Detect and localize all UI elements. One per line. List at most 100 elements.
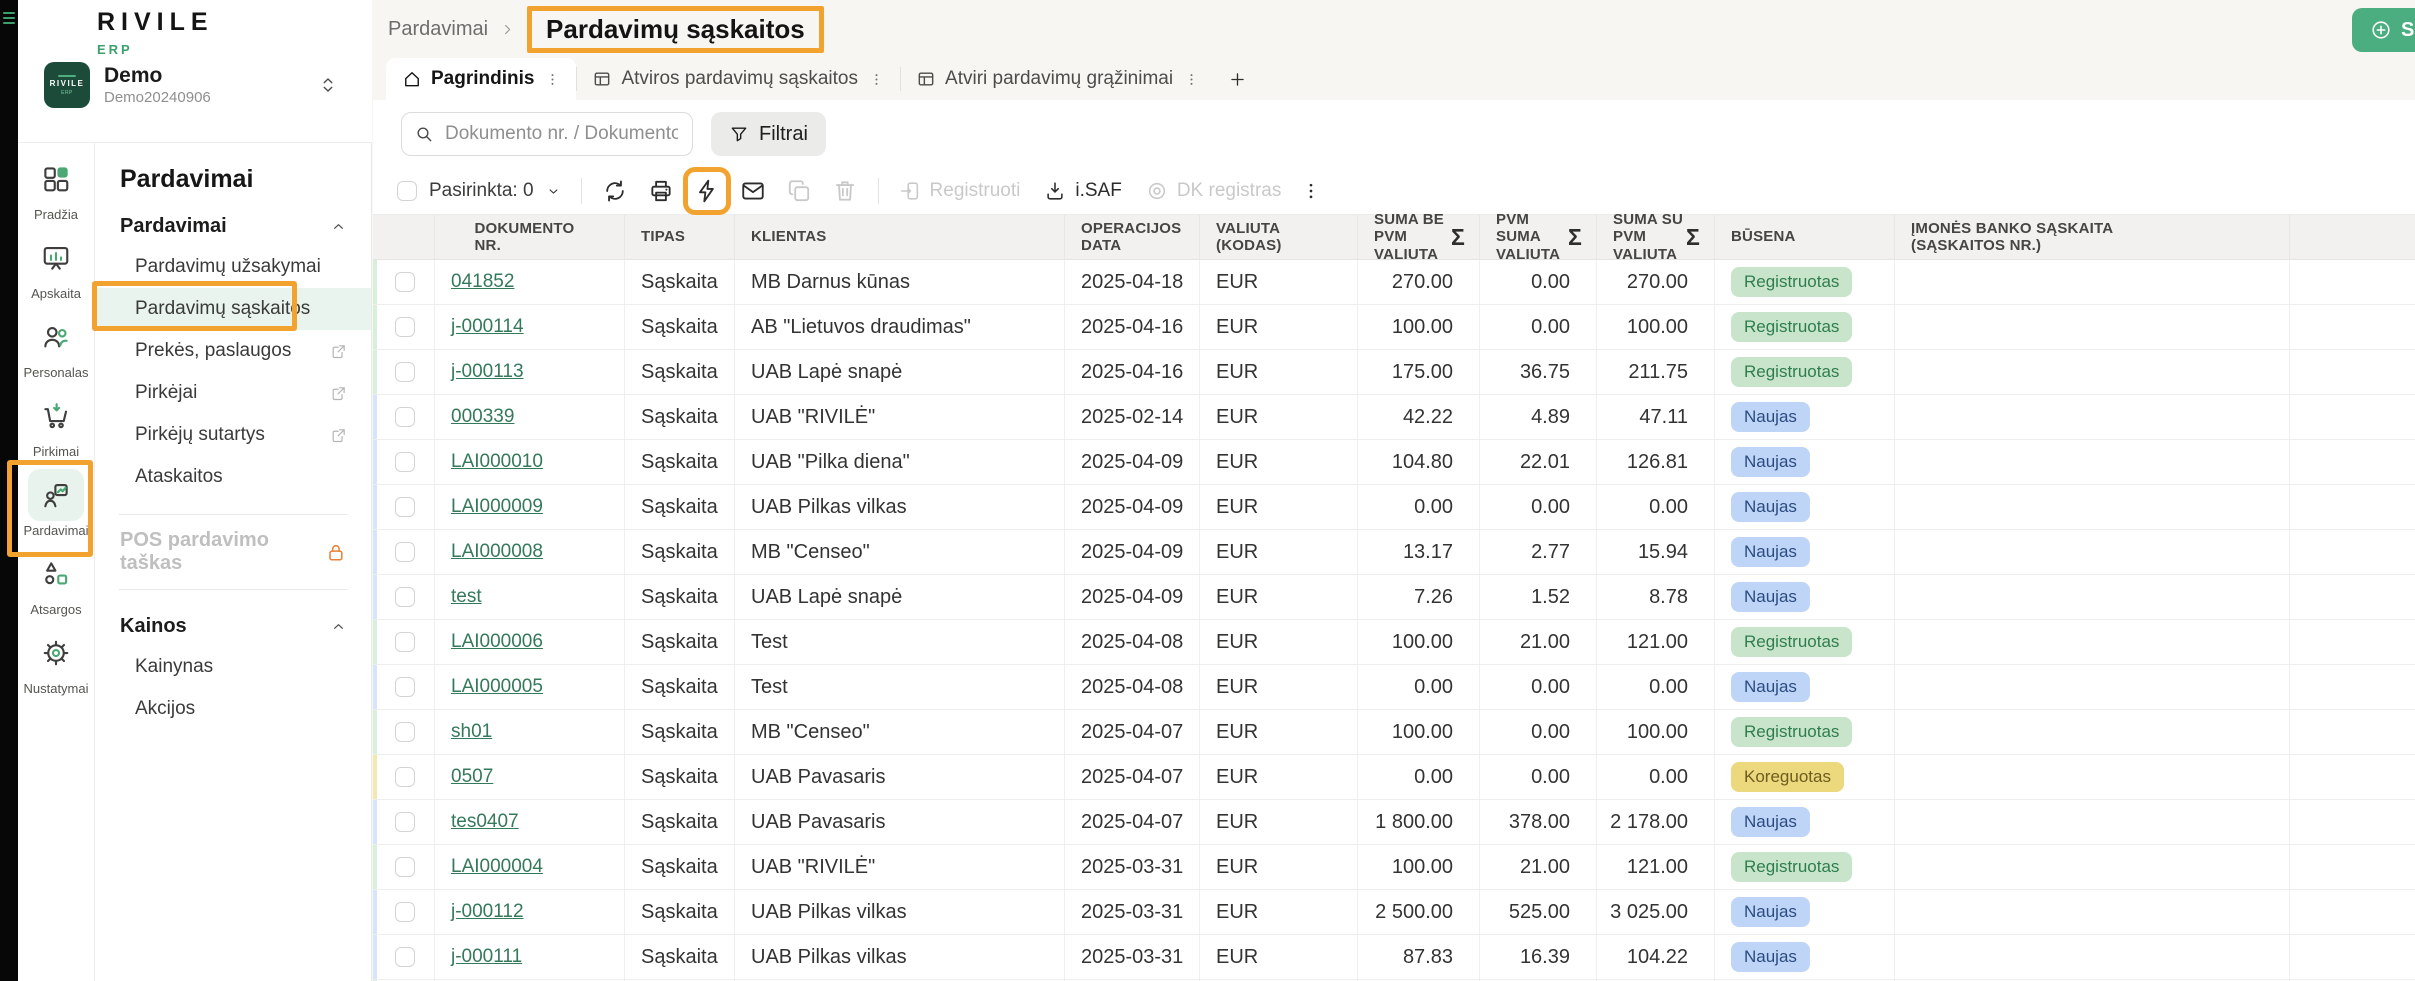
sigma-sum-icon[interactable]: Σ bbox=[1568, 224, 1586, 250]
tab-3[interactable]: Atviri pardavimų grąžinimai bbox=[900, 58, 1215, 100]
row-status-stripe bbox=[373, 665, 377, 709]
download-icon bbox=[1044, 180, 1066, 202]
document-link[interactable]: test bbox=[451, 586, 482, 608]
status-badge: Naujas bbox=[1731, 402, 1810, 432]
rail-item-apskaita[interactable]: Apskaita bbox=[18, 232, 94, 311]
rail-item-pardavimai[interactable]: Pardavimai bbox=[18, 469, 94, 548]
breadcrumb-parent[interactable]: Pardavimai bbox=[388, 18, 488, 41]
sum-incl-vat-cell: 0.00 bbox=[1597, 665, 1715, 709]
row-checkbox[interactable] bbox=[395, 452, 415, 472]
row-checkbox[interactable] bbox=[395, 272, 415, 292]
select-all-control[interactable]: Pasirinkta: 0 bbox=[397, 180, 561, 202]
row-checkbox[interactable] bbox=[395, 542, 415, 562]
rail-item-pradžia[interactable]: Pradžia bbox=[18, 153, 94, 232]
tab-2[interactable]: Atviros pardavimų sąskaitos bbox=[576, 58, 900, 100]
dk-icon bbox=[1146, 180, 1168, 202]
row-checkbox[interactable] bbox=[395, 362, 415, 382]
new-tab-button[interactable] bbox=[1215, 58, 1259, 100]
vat-sum-cell: 1.52 bbox=[1480, 575, 1597, 619]
filler-cell bbox=[2290, 530, 2415, 574]
document-link[interactable]: 0507 bbox=[451, 766, 493, 788]
filter-button[interactable]: Filtrai bbox=[711, 112, 826, 156]
sidebar-item-pardavimų-užsakymai[interactable]: Pardavimų užsakymai bbox=[95, 246, 371, 288]
quick-actions-button[interactable] bbox=[694, 178, 720, 204]
document-link[interactable]: j-000112 bbox=[451, 901, 524, 923]
select-all-checkbox[interactable] bbox=[397, 181, 417, 201]
row-checkbox[interactable] bbox=[395, 587, 415, 607]
row-checkbox[interactable] bbox=[395, 722, 415, 742]
row-checkbox[interactable] bbox=[395, 947, 415, 967]
tab-1[interactable]: Pagrindinis bbox=[386, 58, 576, 100]
sum-excl-vat-cell: 7.26 bbox=[1358, 575, 1480, 619]
hamburger-menu-icon[interactable] bbox=[3, 12, 15, 27]
create-button[interactable]: Sukurti bbox=[2352, 8, 2415, 52]
row-checkbox[interactable] bbox=[395, 632, 415, 652]
print-button[interactable] bbox=[648, 178, 674, 204]
row-checkbox[interactable] bbox=[395, 317, 415, 337]
document-link[interactable]: LAI000009 bbox=[451, 496, 543, 518]
updown-chevron-icon[interactable] bbox=[318, 75, 338, 95]
register-icon bbox=[899, 180, 921, 202]
type-cell: Sąskaita bbox=[625, 935, 735, 979]
sidebar-item-pardavimų-sąskaitos[interactable]: Pardavimų sąskaitos bbox=[95, 288, 371, 330]
sum-excl-vat-cell: 100.00 bbox=[1358, 845, 1480, 889]
client-cell: Test bbox=[735, 665, 1065, 709]
rivile-logo-icon bbox=[40, 10, 86, 30]
sidebar-sections: PardavimaiPardavimų užsakymaiPardavimų s… bbox=[95, 206, 371, 730]
document-link[interactable]: j-000111 bbox=[451, 946, 522, 968]
email-button[interactable] bbox=[740, 178, 766, 204]
search-row: Filtrai bbox=[373, 100, 2415, 168]
document-link[interactable]: LAI000008 bbox=[451, 541, 543, 563]
document-link[interactable]: j-000113 bbox=[451, 361, 524, 383]
sidebar-item-ataskaitos[interactable]: Ataskaitos bbox=[95, 456, 371, 498]
account-avatar: RIVILEERP bbox=[44, 62, 90, 108]
sidebar-item-pirkėjai[interactable]: Pirkėjai bbox=[95, 372, 371, 414]
status-cell: Registruotas bbox=[1715, 620, 1895, 664]
document-link[interactable]: LAI000010 bbox=[451, 451, 543, 473]
sidebar-item-akcijos[interactable]: Akcijos bbox=[95, 688, 371, 730]
status-badge: Naujas bbox=[1731, 492, 1810, 522]
refresh-button[interactable] bbox=[602, 178, 628, 204]
status-cell: Naujas bbox=[1715, 440, 1895, 484]
kebab-menu-icon[interactable] bbox=[1301, 178, 1321, 204]
row-checkbox[interactable] bbox=[395, 857, 415, 877]
sidebar-item-pirkėjų-sutartys[interactable]: Pirkėjų sutartys bbox=[95, 414, 371, 456]
filler-cell bbox=[2290, 575, 2415, 619]
sidebar-group-pardavimai[interactable]: Pardavimai bbox=[95, 206, 371, 246]
document-link[interactable]: sh01 bbox=[451, 721, 492, 743]
row-status-stripe bbox=[373, 935, 377, 979]
sidebar-group-kainos[interactable]: Kainos bbox=[95, 606, 371, 646]
row-checkbox[interactable] bbox=[395, 407, 415, 427]
rail-item-personalas[interactable]: Personalas bbox=[18, 311, 94, 390]
document-link[interactable]: LAI000004 bbox=[451, 856, 543, 878]
row-checkbox[interactable] bbox=[395, 812, 415, 832]
rail-item-pirkimai[interactable]: Pirkimai bbox=[18, 390, 94, 469]
row-checkbox[interactable] bbox=[395, 767, 415, 787]
document-link[interactable]: LAI000006 bbox=[451, 631, 543, 653]
sidebar-item-prekės-paslaugos[interactable]: Prekės, paslaugos bbox=[95, 330, 371, 372]
table-header-row: DOKUMENTO NR.TIPASKLIENTASOPERACIJOS DAT… bbox=[373, 214, 2415, 260]
rail-item-atsargos[interactable]: Atsargos bbox=[18, 548, 94, 627]
sidebar-item-kainynas[interactable]: Kainynas bbox=[95, 646, 371, 688]
column-header-label: BŪSENA bbox=[1731, 228, 1796, 245]
sum-incl-vat-cell: 2 178.00 bbox=[1597, 800, 1715, 844]
document-link[interactable]: j-000114 bbox=[451, 316, 524, 338]
search-input[interactable] bbox=[443, 122, 680, 146]
chevron-down-icon[interactable] bbox=[546, 184, 561, 199]
row-checkbox[interactable] bbox=[395, 902, 415, 922]
row-checkbox[interactable] bbox=[395, 677, 415, 697]
rail-item-nustatymai[interactable]: Nustatymai bbox=[18, 627, 94, 706]
status-cell: Registruotas bbox=[1715, 350, 1895, 394]
account-switcher[interactable]: RIVILEERP Demo Demo20240906 bbox=[44, 62, 338, 108]
sigma-sum-icon[interactable]: Σ bbox=[1451, 224, 1469, 250]
sigma-sum-icon[interactable]: Σ bbox=[1686, 224, 1704, 250]
document-link[interactable]: 000339 bbox=[451, 406, 514, 428]
vat-sum-cell: 21.00 bbox=[1480, 845, 1597, 889]
isaf-button[interactable]: i.SAF bbox=[1044, 180, 1121, 202]
sum-incl-vat-cell: 0.00 bbox=[1597, 485, 1715, 529]
filler-cell bbox=[2290, 395, 2415, 439]
row-checkbox[interactable] bbox=[395, 497, 415, 517]
document-link[interactable]: 041852 bbox=[451, 271, 514, 293]
document-link[interactable]: tes0407 bbox=[451, 811, 519, 833]
document-link[interactable]: LAI000005 bbox=[451, 676, 543, 698]
